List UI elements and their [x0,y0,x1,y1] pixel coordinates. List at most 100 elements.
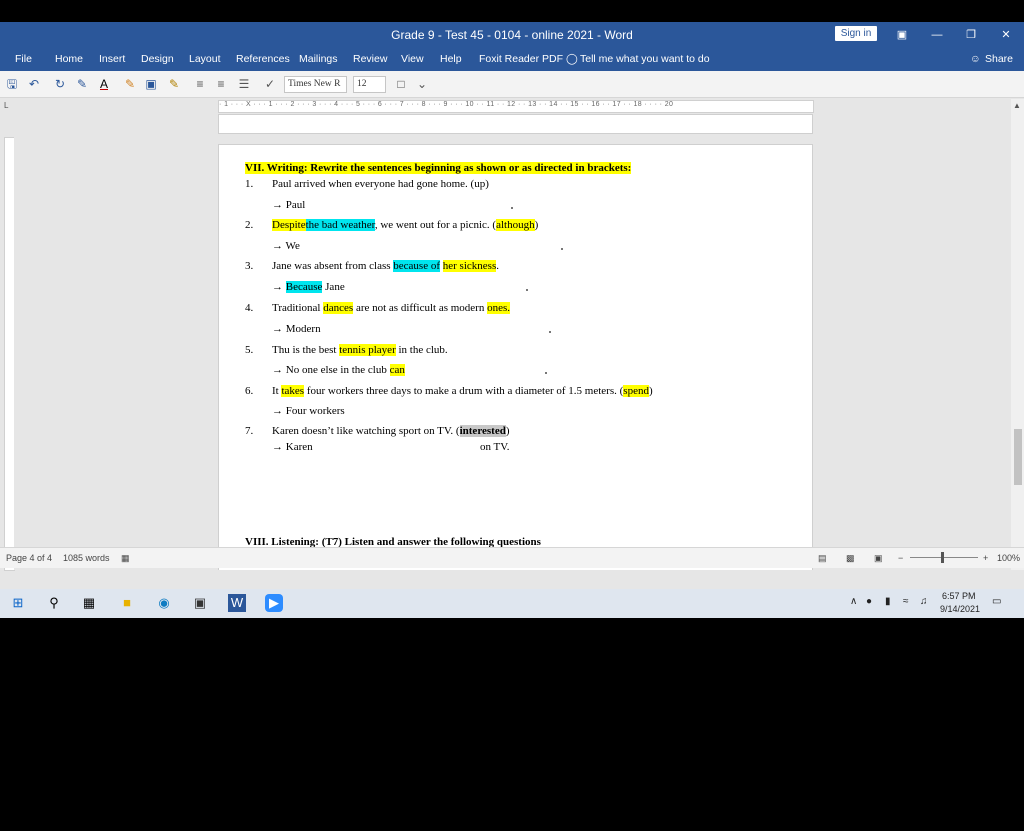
word-count[interactable]: 1085 words [63,553,110,563]
share-button[interactable]: Share [985,53,1013,65]
answer-line-dot [526,289,528,291]
save-icon[interactable]: 🖫 [4,76,20,92]
numbering-icon[interactable]: ☰ [236,76,252,92]
item-5-answer: → No one else in the club can [272,364,405,376]
close-icon[interactable]: ✕ [996,26,1016,44]
tab-file[interactable]: File [15,53,32,65]
status-bar: Page 4 of 4 1085 words ▦ ▤ ▩ ▣ − + 100% [0,547,1024,568]
web-layout-icon[interactable]: ▣ [874,553,883,564]
microphone-icon[interactable]: ● [866,596,872,607]
edge-icon[interactable]: ◉ [155,594,173,612]
volume-icon[interactable]: ♫ [920,596,928,607]
item-3-sentence: Jane was absent from class because of he… [272,260,499,272]
ribbon-tabs: File Home Insert Design Layout Reference… [0,48,1024,71]
tell-me-search[interactable]: Tell me what you want to do [580,53,710,65]
answer-line-dot [511,207,513,209]
tab-help[interactable]: Help [440,53,462,65]
zoom-level[interactable]: 100% [997,553,1020,563]
item-6-number: 6. [245,385,254,397]
clock-date[interactable]: 9/14/2021 [940,604,980,614]
font-color-icon[interactable]: A [96,76,112,92]
item-7-number: 7. [245,425,254,437]
title-bar: Grade 9 - Test 45 - 0104 - online 2021 -… [0,22,1024,48]
item-6-answer: → Four workers [272,405,345,417]
person-icon: ☺ [970,53,981,65]
lightbulb-icon: ◯ [566,53,578,65]
align-left-icon[interactable]: ≡ [192,76,208,92]
align-center-icon[interactable]: ≡ [213,76,229,92]
proofing-icon[interactable]: ▦ [121,553,130,564]
zoom-app-icon[interactable]: ▶ [265,594,283,612]
minimize-icon[interactable]: — [927,26,947,44]
text-box-icon[interactable]: □ [393,76,409,92]
font-size-box[interactable]: 12 [353,76,386,93]
item-4-number: 4. [245,302,254,314]
word-window: Grade 9 - Test 45 - 0104 - online 2021 -… [0,22,1024,618]
item-4-sentence: Traditional dances are not as difficult … [272,302,511,314]
edit-icon[interactable]: ✎ [74,76,90,92]
redo-icon[interactable]: ↻ [52,76,68,92]
answer-line-dot [545,372,547,374]
search-icon[interactable]: ⚲ [45,594,63,612]
format-painter-icon[interactable]: ✎ [122,76,138,92]
tab-home[interactable]: Home [55,53,83,65]
read-mode-icon[interactable]: ▤ [818,553,827,564]
tab-references[interactable]: References [236,53,290,65]
tab-selector-icon[interactable]: L [4,101,8,110]
quick-access-toolbar: 🖫 ↶ ↻ ✎ A ✎ ▣ ✎ ≡ ≡ ☰ ✓ Times New R 12 □… [0,71,1024,98]
print-layout-icon[interactable]: ▩ [846,553,855,564]
item-3-number: 3. [245,260,254,272]
document-page: VII. Writing: Rewrite the sentences begi… [218,144,813,570]
tab-review[interactable]: Review [353,53,387,65]
battery-icon[interactable]: ▮ [885,596,891,607]
file-explorer-icon[interactable]: ■ [118,594,136,612]
show-hidden-icons-icon[interactable]: ∧ [850,596,857,607]
notifications-icon[interactable]: ▭ [992,596,1001,607]
item-6-sentence: It takes four workers three days to make… [272,385,653,397]
word-taskbar-icon[interactable]: W [228,594,246,612]
tab-foxit-reader-pdf[interactable]: Foxit Reader PDF [479,53,563,65]
item-1-sentence: Paul arrived when everyone had gone home… [272,178,489,190]
zoom-slider-handle[interactable] [941,552,944,563]
page-count[interactable]: Page 4 of 4 [6,553,52,563]
item-7-sentence: Karen doesn’t like watching sport on TV.… [272,425,510,437]
font-name-box[interactable]: Times New R [284,76,347,93]
tab-layout[interactable]: Layout [189,53,221,65]
undo-icon[interactable]: ↶ [26,76,42,92]
item-7-on-tv: on TV. [480,441,510,453]
spelling-icon[interactable]: ✓ [262,76,278,92]
vertical-scrollbar[interactable]: ▲ ▼ [1011,99,1024,570]
section-vii-heading: VII. Writing: Rewrite the sentences begi… [245,162,632,174]
scrollbar-thumb[interactable] [1014,429,1022,485]
item-5-number: 5. [245,344,254,356]
horizontal-ruler: · 1 · · · X · · · 1 · · · 2 · · · 3 · · … [218,100,814,113]
zoom-in-icon[interactable]: + [983,553,988,563]
scroll-up-icon[interactable]: ▲ [1013,101,1021,110]
tab-design[interactable]: Design [141,53,174,65]
zoom-slider[interactable] [910,557,978,558]
previous-page-bottom [218,114,813,134]
restore-icon[interactable]: ❐ [961,26,981,44]
clock-time[interactable]: 6:57 PM [942,591,976,601]
tab-insert[interactable]: Insert [99,53,125,65]
highlight-icon[interactable]: ✎ [166,76,182,92]
answer-line-dot [561,248,563,250]
customize-qat-icon[interactable]: ⌄ [414,76,430,92]
tab-mailings[interactable]: Mailings [299,53,338,65]
tab-view[interactable]: View [401,53,424,65]
windows-taskbar: ⊞ ⚲ ▦ ■ ◉ ▣ W ▶ ∧ ● ▮ ≈ ♫ 6:57 PM 9/14/2… [0,589,1024,618]
item-1-answer: → Paul [272,199,306,211]
wifi-icon[interactable]: ≈ [903,596,909,607]
task-view-icon[interactable]: ▦ [80,594,98,612]
item-1-number: 1. [245,178,254,190]
item-2-sentence: Despitethe bad weather, we went out for … [272,219,539,231]
store-icon[interactable]: ▣ [191,594,209,612]
windows-start-icon[interactable]: ⊞ [9,594,27,612]
item-5-sentence: Thu is the best tennis player in the clu… [272,344,448,356]
item-7-answer: → Karen [272,441,313,453]
document-area: VII. Writing: Rewrite the sentences begi… [14,114,1010,570]
sign-in-button[interactable]: Sign in [835,26,877,41]
ribbon-display-options-icon[interactable]: ▣ [892,26,912,44]
save-as-icon[interactable]: ▣ [143,76,159,92]
zoom-out-icon[interactable]: − [898,553,903,563]
